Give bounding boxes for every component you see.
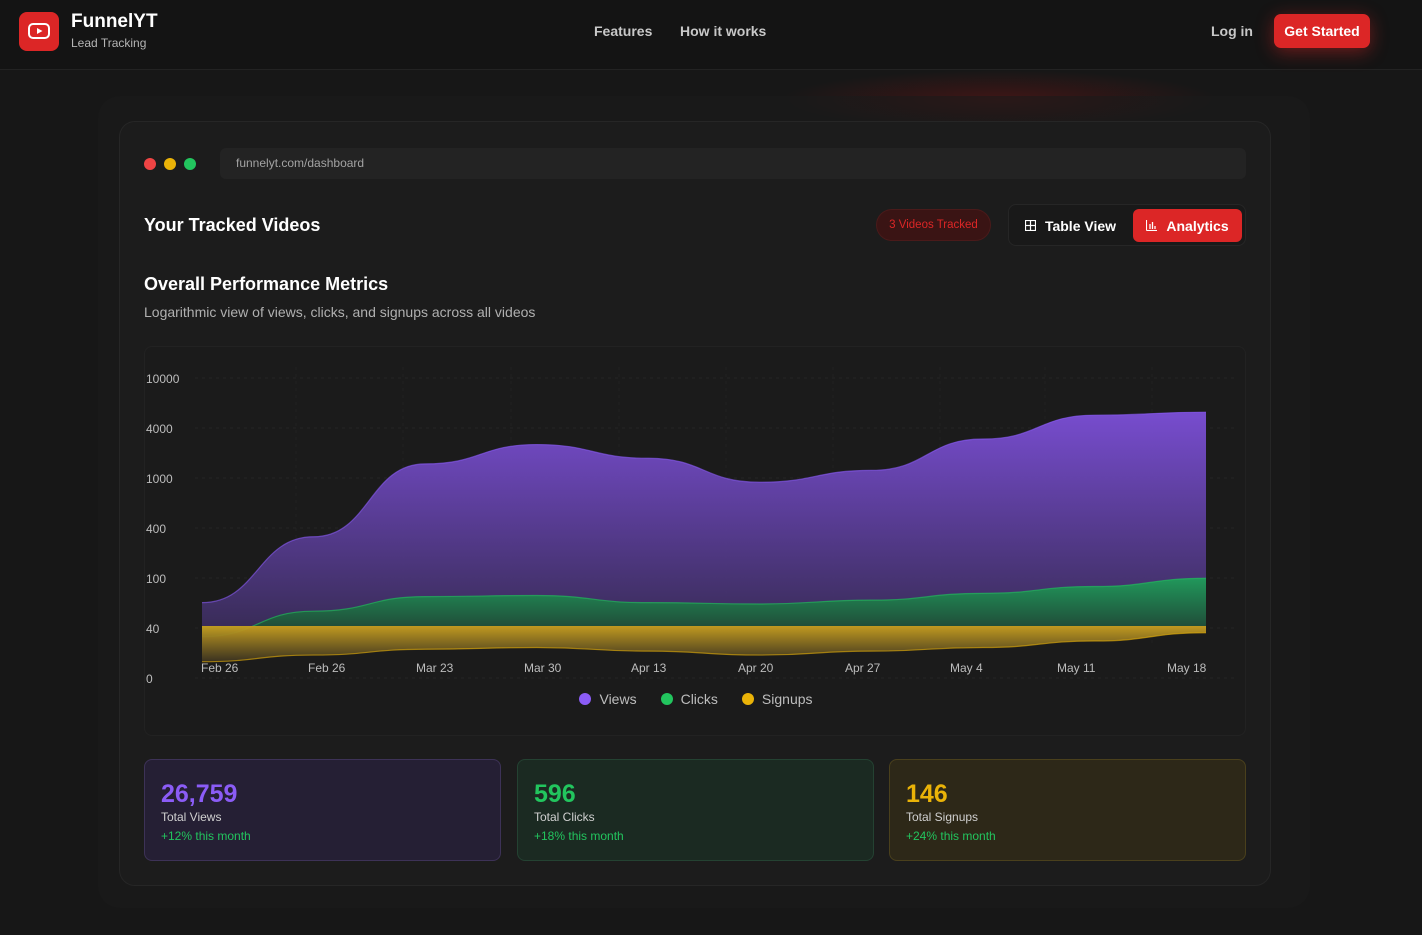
tab-table-label: Table View — [1044, 217, 1117, 234]
brand-name: FunnelYT — [71, 11, 158, 32]
table-icon — [1024, 220, 1036, 231]
x-tick-label: May 18 — [1167, 661, 1207, 675]
stat-card-clicks: 596 Total Clicks +18% this month — [517, 759, 874, 861]
legend-swatch-views — [579, 693, 592, 705]
bar-chart-icon — [1146, 220, 1158, 231]
url-bar[interactable]: funnelyt.com/dashboard — [220, 148, 1246, 179]
x-tick-label: Mar 30 — [524, 661, 562, 675]
area-signups — [202, 626, 1206, 662]
stat-card-views: 26,759 Total Views +12% this month — [144, 759, 501, 861]
y-tick-label: 40 — [146, 622, 160, 636]
legend-swatch-clicks — [660, 693, 673, 705]
x-tick-label: May 11 — [1057, 661, 1096, 675]
view-toggle: Table View Analytics — [1008, 204, 1246, 246]
stat-card-signups: 146 Total Signups +24% this month — [889, 759, 1246, 861]
window-maximize-dot — [184, 158, 196, 170]
x-tick-label: Mar 23 — [416, 661, 454, 675]
youtube-icon — [19, 11, 59, 51]
tab-analytics-label: Analytics — [1166, 217, 1229, 234]
top-nav: FunnelYT Lead Tracking Features How it w… — [0, 0, 1422, 70]
performance-chart: 10000 4000 1000 400 100 40 0 Feb 26 Feb 26 Mar 23… — [144, 346, 1246, 736]
stat-label: Total Views — [161, 810, 222, 824]
x-tick-label: Feb 26 — [308, 661, 346, 675]
legend-label-clicks: Clicks — [680, 691, 718, 707]
login-link[interactable]: Log in — [1211, 23, 1253, 39]
stat-value: 26,759 — [161, 780, 238, 808]
page-title: Your Tracked Videos — [144, 215, 321, 235]
x-tick-label: Apr 13 — [631, 661, 667, 675]
legend-item-views[interactable]: Views — [579, 691, 637, 707]
legend-label-views: Views — [599, 691, 637, 707]
nav-link-how-it-works[interactable]: How it works — [680, 23, 766, 39]
stat-change: +12% this month — [161, 829, 251, 843]
metrics-title: Overall Performance Metrics — [144, 274, 389, 294]
y-tick-label: 10000 — [146, 372, 180, 386]
x-tick-label: Apr 27 — [845, 661, 881, 675]
x-tick-label: May 4 — [950, 661, 983, 675]
x-tick-label: Apr 20 — [738, 661, 774, 675]
brand[interactable]: FunnelYT Lead Tracking — [19, 11, 158, 51]
legend-item-signups[interactable]: Signups — [741, 691, 813, 707]
metrics-subtitle: Logarithmic view of views, clicks, and s… — [144, 304, 536, 320]
y-tick-label: 0 — [146, 672, 153, 686]
stat-change: +24% this month — [906, 829, 996, 843]
get-started-button[interactable]: Get Started — [1274, 14, 1370, 48]
y-tick-label: 400 — [146, 522, 166, 536]
chart-canvas: 1000040001000400100400Feb 26 Feb 26 Mar 23… — [146, 367, 1235, 686]
nav-link-features[interactable]: Features — [594, 23, 652, 39]
tab-analytics[interactable]: Analytics — [1133, 209, 1242, 242]
brand-subtitle: Lead Tracking — [71, 36, 147, 50]
y-tick-label: 1000 — [146, 472, 173, 486]
videos-tracked-badge: 3 Videos Tracked — [876, 209, 991, 241]
legend-item-clicks[interactable]: Clicks — [660, 691, 718, 707]
legend-label-signups: Signups — [761, 691, 813, 707]
stat-label: Total Signups — [906, 810, 979, 824]
y-tick-label: 100 — [146, 572, 166, 586]
stat-value: 146 — [906, 780, 948, 808]
y-tick-label: 4000 — [146, 422, 173, 436]
chart-legend: Views Clicks Signups — [145, 691, 1247, 707]
stat-value: 596 — [534, 780, 576, 808]
tab-table-view[interactable]: Table View — [1011, 209, 1130, 242]
dashboard-preview-window: funnelyt.com/dashboard Your Tracked Vide… — [119, 121, 1271, 886]
stat-change: +18% this month — [534, 829, 624, 843]
window-minimize-dot — [164, 158, 176, 170]
x-tick-label: Feb 26 — [201, 661, 239, 675]
stat-label: Total Clicks — [534, 810, 595, 824]
window-close-dot — [144, 158, 156, 170]
legend-swatch-signups — [741, 693, 754, 705]
